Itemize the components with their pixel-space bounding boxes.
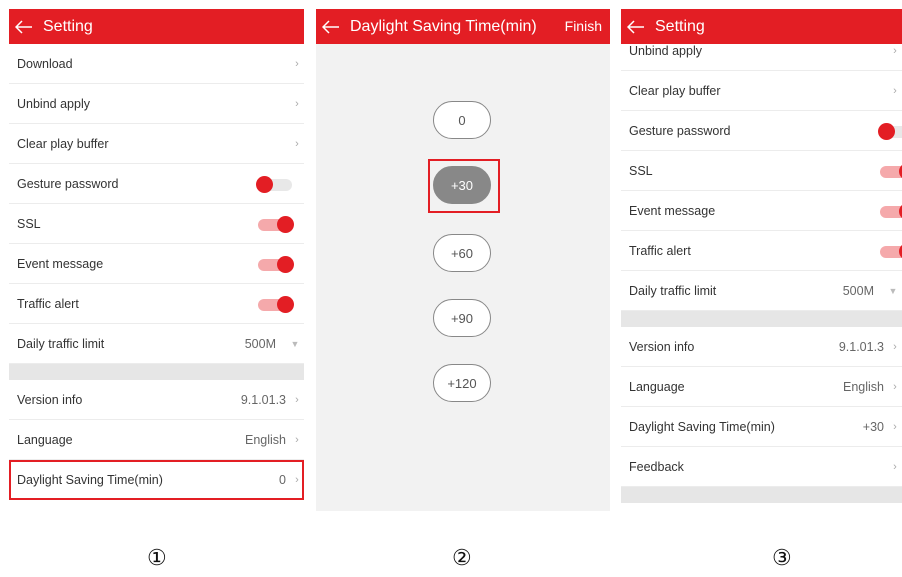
chevron-right-icon: › [893,420,897,433]
chevron-right-icon: › [893,340,897,353]
settings-list: Download › Unbind apply › Clear play buf… [9,44,304,500]
finish-button[interactable]: Finish [565,18,602,34]
language-value: English [843,379,884,394]
setting-row-feedback[interactable]: Feedback › [621,447,902,487]
back-arrow-icon[interactable] [11,9,37,44]
section-divider [621,311,902,327]
row-label: Clear play buffer [17,136,109,151]
setting-row-ssl: SSL [621,151,902,191]
row-label: Feedback [629,459,684,474]
language-value: English [245,432,286,447]
setting-row-version-info[interactable]: Version info 9.1.01.3 › [9,380,304,420]
setting-row-language[interactable]: Language English › [621,367,902,407]
setting-row-language[interactable]: Language English › [9,420,304,460]
row-label: Daylight Saving Time(min) [17,472,163,487]
row-label: Unbind apply [17,96,90,111]
step-caption-1: ① [147,545,167,570]
settings-screen-3: Unbind apply › Clear play buffer › Gestu… [621,9,902,511]
setting-row-download[interactable]: Download › [9,44,304,84]
dst-value: 0 [279,472,286,487]
setting-row-unbind-apply[interactable]: Unbind apply › [9,84,304,124]
dst-option-plus120[interactable]: +120 [433,364,491,402]
setting-row-daylight-saving-time[interactable]: Daylight Saving Time(min) 0 › [9,460,304,500]
dropdown-arrow-icon: ▼ [290,338,300,349]
chevron-right-icon: › [295,393,299,406]
chevron-right-icon: › [295,57,299,70]
chevron-right-icon: › [295,473,299,486]
row-label: Event message [629,203,716,218]
row-label: Daily traffic limit [17,336,105,351]
version-value: 9.1.01.3 [240,392,286,407]
setting-row-daily-traffic-limit[interactable]: Daily traffic limit 500M ▼ [621,271,902,311]
dst-picker-screen: Daylight Saving Time(min) Finish 0 +30 +… [316,9,610,511]
setting-row-event-message: Event message [621,191,902,231]
row-label: Gesture password [629,123,731,138]
setting-row-event-message: Event message [9,244,304,284]
page-title: Daylight Saving Time(min) [350,17,537,35]
gesture-password-toggle[interactable] [256,175,294,193]
dst-option-plus30[interactable]: +30 [433,166,491,204]
setting-row-traffic-alert: Traffic alert [621,231,902,271]
step-caption-3: ③ [772,545,792,570]
page-title: Setting [655,17,705,35]
settings-list: Unbind apply › Clear play buffer › Gestu… [621,31,902,503]
row-label: Traffic alert [629,243,691,258]
row-label: SSL [17,216,41,231]
setting-row-gesture-password: Gesture password [9,164,304,204]
settings-screen-1: Setting Download › Unbind apply › Clear … [9,9,304,507]
setting-row-daylight-saving-time[interactable]: Daylight Saving Time(min) +30 › [621,407,902,447]
row-label: Version info [629,339,695,354]
dropdown-arrow-icon: ▼ [888,285,898,296]
dst-value: +30 [862,419,884,434]
dst-option-0[interactable]: 0 [433,101,491,139]
row-label: Traffic alert [17,296,79,311]
setting-row-ssl: SSL [9,204,304,244]
row-label: Clear play buffer [629,83,721,98]
chevron-right-icon: › [295,97,299,110]
row-label: Gesture password [17,176,119,191]
chevron-right-icon: › [893,380,897,393]
traffic-alert-toggle[interactable] [256,295,294,313]
setting-row-gesture-password: Gesture password [621,111,902,151]
gesture-password-toggle[interactable] [878,122,902,140]
chevron-right-icon: › [893,460,897,473]
back-arrow-icon[interactable] [623,9,649,44]
row-label: Unbind apply [629,43,702,58]
header-bar: Setting [621,9,902,44]
row-label: SSL [629,163,653,178]
event-message-toggle[interactable] [878,202,902,220]
chevron-right-icon: › [893,84,897,97]
traffic-limit-value: 500M [244,336,276,351]
step-caption-2: ② [452,545,472,570]
setting-row-daily-traffic-limit[interactable]: Daily traffic limit 500M ▼ [9,324,304,364]
row-label: Language [17,432,73,447]
row-label: Event message [17,256,104,271]
setting-row-clear-play-buffer[interactable]: Clear play buffer › [9,124,304,164]
traffic-alert-toggle[interactable] [878,242,902,260]
header-bar: Setting [9,9,304,44]
ssl-toggle[interactable] [256,215,294,233]
section-divider [621,487,902,503]
section-divider [9,364,304,380]
dst-option-plus90[interactable]: +90 [433,299,491,337]
row-label: Daily traffic limit [629,283,717,298]
header-bar: Daylight Saving Time(min) Finish [316,9,610,44]
row-label: Language [629,379,685,394]
row-label: Download [17,56,73,71]
traffic-limit-value: 500M [842,283,874,298]
chevron-right-icon: › [295,433,299,446]
page-title: Setting [43,17,93,35]
back-arrow-icon[interactable] [318,9,344,44]
setting-row-traffic-alert: Traffic alert [9,284,304,324]
row-label: Daylight Saving Time(min) [629,419,775,434]
dst-option-plus60[interactable]: +60 [433,234,491,272]
row-label: Version info [17,392,83,407]
event-message-toggle[interactable] [256,255,294,273]
chevron-right-icon: › [893,44,897,57]
setting-row-version-info[interactable]: Version info 9.1.01.3 › [621,327,902,367]
chevron-right-icon: › [295,137,299,150]
ssl-toggle[interactable] [878,162,902,180]
setting-row-clear-play-buffer[interactable]: Clear play buffer › [621,71,902,111]
version-value: 9.1.01.3 [838,339,884,354]
